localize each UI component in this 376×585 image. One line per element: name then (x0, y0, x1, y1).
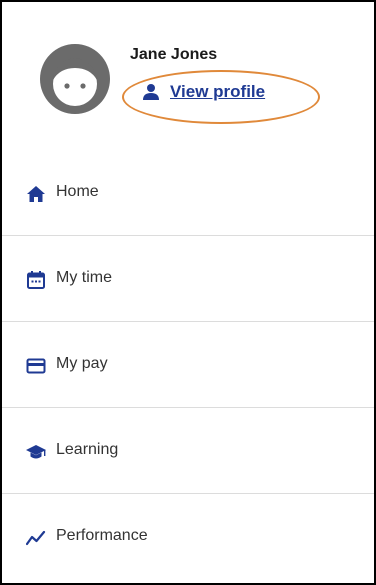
nav-label-learning: Learning (56, 441, 119, 458)
view-profile-label[interactable]: View profile (170, 82, 265, 102)
nav-item-my-pay[interactable]: My pay (2, 322, 374, 408)
nav-item-my-time[interactable]: My time (2, 236, 374, 322)
nav-menu: Home My time My pay Learning Performance (2, 150, 374, 580)
home-icon (26, 184, 46, 204)
avatar[interactable] (40, 44, 110, 114)
avatar-face-icon (53, 58, 97, 106)
profile-header: Jane Jones View profile (2, 2, 374, 150)
credit-card-icon (26, 356, 46, 376)
view-profile-link[interactable]: View profile (142, 82, 265, 102)
trend-line-icon (25, 528, 46, 548)
nav-label-my-pay: My pay (56, 355, 108, 372)
nav-label-performance: Performance (56, 527, 148, 544)
nav-label-my-time: My time (56, 269, 112, 286)
calendar-icon (26, 270, 46, 290)
user-name: Jane Jones (130, 46, 218, 63)
nav-item-learning[interactable]: Learning (2, 408, 374, 494)
person-icon (142, 83, 160, 101)
graduation-cap-icon (26, 442, 46, 462)
nav-item-performance[interactable]: Performance (2, 494, 374, 580)
app-frame: Jane Jones View profile Home My time My … (0, 0, 376, 585)
nav-item-home[interactable]: Home (2, 150, 374, 236)
nav-label-home: Home (56, 183, 99, 200)
